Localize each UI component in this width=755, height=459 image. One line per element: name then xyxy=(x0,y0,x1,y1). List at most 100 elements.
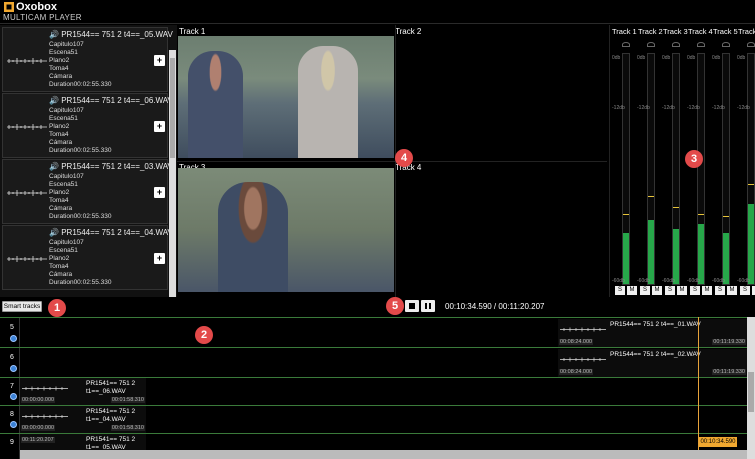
row-settings-icon[interactable] xyxy=(10,421,17,428)
clip-capitulo: Capitulo107 xyxy=(49,173,84,180)
timeline-clip[interactable]: 00:11:20.207 PR1541== 751 2 t1==_05.WAV xyxy=(20,434,146,450)
clip-duration: Duration00:02:55.330 xyxy=(49,147,112,154)
mute-button[interactable]: M xyxy=(627,286,637,295)
mute-button[interactable]: M xyxy=(677,286,687,295)
add-clip-button[interactable]: + xyxy=(154,121,165,132)
meter-track-label: Track 1 xyxy=(612,27,637,36)
timeline-vertical-scrollbar[interactable] xyxy=(747,317,755,459)
db-scale-label: -60db xyxy=(712,278,725,284)
db-scale-label: -60db xyxy=(687,278,700,284)
timeline[interactable]: 5 6 7 8 9 2 PR1544== 751 2 t4==_01.WAV 0… xyxy=(0,317,755,459)
callout-badge-3: 3 xyxy=(685,150,703,168)
timeline-clip[interactable]: PR1544== 751 2 t4==_01.WAV 00:08:24.000 … xyxy=(558,319,747,347)
solo-button[interactable]: S xyxy=(715,286,725,295)
db-scale-label: 0db xyxy=(737,55,746,61)
meter-fill xyxy=(723,233,729,284)
clip-item[interactable]: 🔊 PR1544== 751 2 t4==_04.WAV Capitulo107… xyxy=(2,225,173,290)
row-settings-icon[interactable] xyxy=(10,393,17,400)
meter-peak-marker xyxy=(748,184,754,186)
pan-knob-icon[interactable] xyxy=(697,42,705,47)
clip-item[interactable]: 🔊 PR1544== 751 2 t4==_06.WAV Capitulo107… xyxy=(2,93,173,158)
clip-plano: Plano2 xyxy=(49,255,70,262)
clip-camara: Cámara xyxy=(49,271,73,278)
video-frame-track-3[interactable] xyxy=(178,168,394,292)
waveform-icon xyxy=(22,386,68,391)
row-number: 5 xyxy=(10,324,14,331)
pan-knob-icon[interactable] xyxy=(722,42,730,47)
solo-button[interactable]: S xyxy=(615,286,625,295)
db-scale-label: 0db xyxy=(662,55,671,61)
clip-end-time: 00:11:19.330 xyxy=(712,369,746,375)
clip-toma: Toma4 xyxy=(49,263,69,270)
row-settings-icon[interactable] xyxy=(10,335,17,342)
pause-button[interactable] xyxy=(421,300,435,312)
clip-item[interactable]: 🔊 PR1544== 751 2 t4==_05.WAV Capitulo107… xyxy=(2,27,173,92)
row-settings-icon[interactable] xyxy=(10,365,17,372)
level-meter xyxy=(622,53,630,285)
db-scale-label: -12db xyxy=(637,105,650,111)
pan-knob-icon[interactable] xyxy=(747,42,755,47)
audio-meters: 3 Track 1 0db -12db -60db S M Track 2 0db -12db -… xyxy=(609,25,755,297)
add-clip-button[interactable]: + xyxy=(154,187,165,198)
pan-knob-icon[interactable] xyxy=(647,42,655,47)
smart-tracks-button[interactable]: Smart tracks xyxy=(2,301,42,312)
app-brand: Oxobox xyxy=(16,1,57,13)
clip-title: PR1544== 751 2 t4==_02.WAV xyxy=(610,351,701,358)
clip-toma: Toma4 xyxy=(49,65,69,72)
clip-start-time: 00:00:00.000 xyxy=(21,397,56,403)
meter-track-label: Track 4 xyxy=(688,27,713,36)
add-clip-button[interactable]: + xyxy=(154,253,165,264)
timeline-horizontal-scrollbar[interactable] xyxy=(20,450,747,459)
scrollbar-thumb[interactable] xyxy=(170,58,175,158)
meter-track-label: Track 2 xyxy=(638,27,663,36)
waveform-icon xyxy=(7,58,47,64)
video-subject xyxy=(218,182,288,292)
timecode-display: 00:10:34.590 / 00:11:20.207 xyxy=(445,302,545,311)
add-clip-button[interactable]: + xyxy=(154,55,165,66)
solo-button[interactable]: S xyxy=(690,286,700,295)
clip-start-time: 00:11:20.207 xyxy=(21,437,55,443)
video-track-label-1: Track 1 xyxy=(179,27,206,36)
meter-peak-marker xyxy=(723,216,729,218)
clip-start-time: 00:08:24.000 xyxy=(559,339,594,345)
clip-capitulo: Capitulo107 xyxy=(49,107,84,114)
clip-title: PR1544== 751 2 t4==_01.WAV xyxy=(610,321,701,328)
mute-button[interactable]: M xyxy=(702,286,712,295)
clip-toma: Toma4 xyxy=(49,131,69,138)
solo-button[interactable]: S xyxy=(740,286,750,295)
db-scale-label: 0db xyxy=(612,55,621,61)
meter-fill xyxy=(673,228,679,284)
db-scale-label: -60db xyxy=(662,278,675,284)
clip-plano: Plano2 xyxy=(49,189,70,196)
solo-button[interactable]: S xyxy=(640,286,650,295)
clip-list[interactable]: 🔊 PR1544== 751 2 t4==_05.WAV Capitulo107… xyxy=(0,25,177,297)
grid-divider xyxy=(177,161,607,162)
mute-button[interactable]: M xyxy=(652,286,662,295)
pan-knob-icon[interactable] xyxy=(672,42,680,47)
mute-button[interactable]: M xyxy=(727,286,737,295)
timeline-clip[interactable]: PR1541== 751 2 t1==_04.WAV 00:00:00.000 … xyxy=(20,406,146,433)
callout-badge-5: 5 xyxy=(386,297,404,315)
waveform-icon xyxy=(560,327,606,332)
playhead-timecode: 00:10:34.590 xyxy=(699,437,737,447)
stop-button[interactable] xyxy=(405,300,419,312)
meter-track-label: Track 5 xyxy=(713,27,738,36)
timeline-clip[interactable]: PR1541== 751 2 t1==_06.WAV 00:00:00.000 … xyxy=(20,378,146,405)
clip-item[interactable]: 🔊 PR1544== 751 2 t4==_03.WAV Capitulo107… xyxy=(2,159,173,224)
level-meter xyxy=(647,53,655,285)
scrollbar-thumb[interactable] xyxy=(748,372,754,412)
oxobox-logo-icon xyxy=(4,2,14,12)
level-meter xyxy=(672,53,680,285)
clip-duration: Duration00:02:55.330 xyxy=(49,81,112,88)
db-scale-label: 0db xyxy=(637,55,646,61)
clip-list-scrollbar[interactable] xyxy=(169,50,176,297)
pan-knob-icon[interactable] xyxy=(622,42,630,47)
clip-escena: Escena51 xyxy=(49,181,78,188)
timeline-clip[interactable]: PR1544== 751 2 t4==_02.WAV 00:08:24.000 … xyxy=(558,349,747,377)
solo-button[interactable]: S xyxy=(665,286,675,295)
meter-fill xyxy=(648,219,654,284)
meter-track-label: Track 6 xyxy=(738,27,755,36)
video-frame-track-1[interactable] xyxy=(178,36,394,158)
callout-badge-4: 4 xyxy=(395,149,413,167)
meter-fill xyxy=(623,233,629,284)
